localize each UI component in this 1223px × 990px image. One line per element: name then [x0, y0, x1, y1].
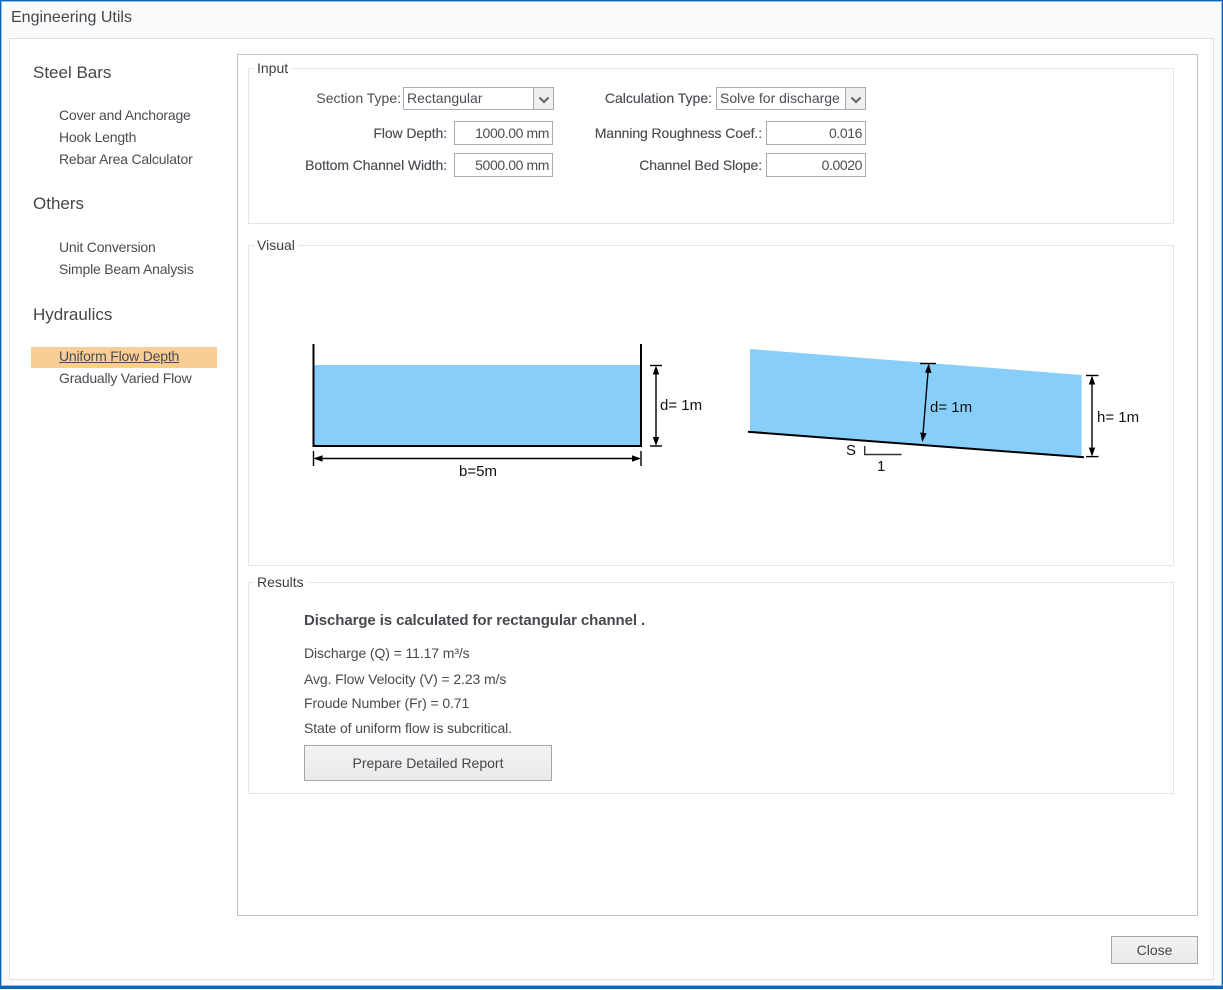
svg-text:S: S — [846, 442, 856, 459]
svg-text:d= 1m: d= 1m — [930, 399, 972, 416]
svg-text:h= 1m: h= 1m — [1097, 409, 1139, 426]
svg-text:1: 1 — [877, 458, 885, 475]
svg-text:b=5m: b=5m — [459, 463, 497, 480]
svg-text:d= 1m: d= 1m — [660, 397, 702, 414]
